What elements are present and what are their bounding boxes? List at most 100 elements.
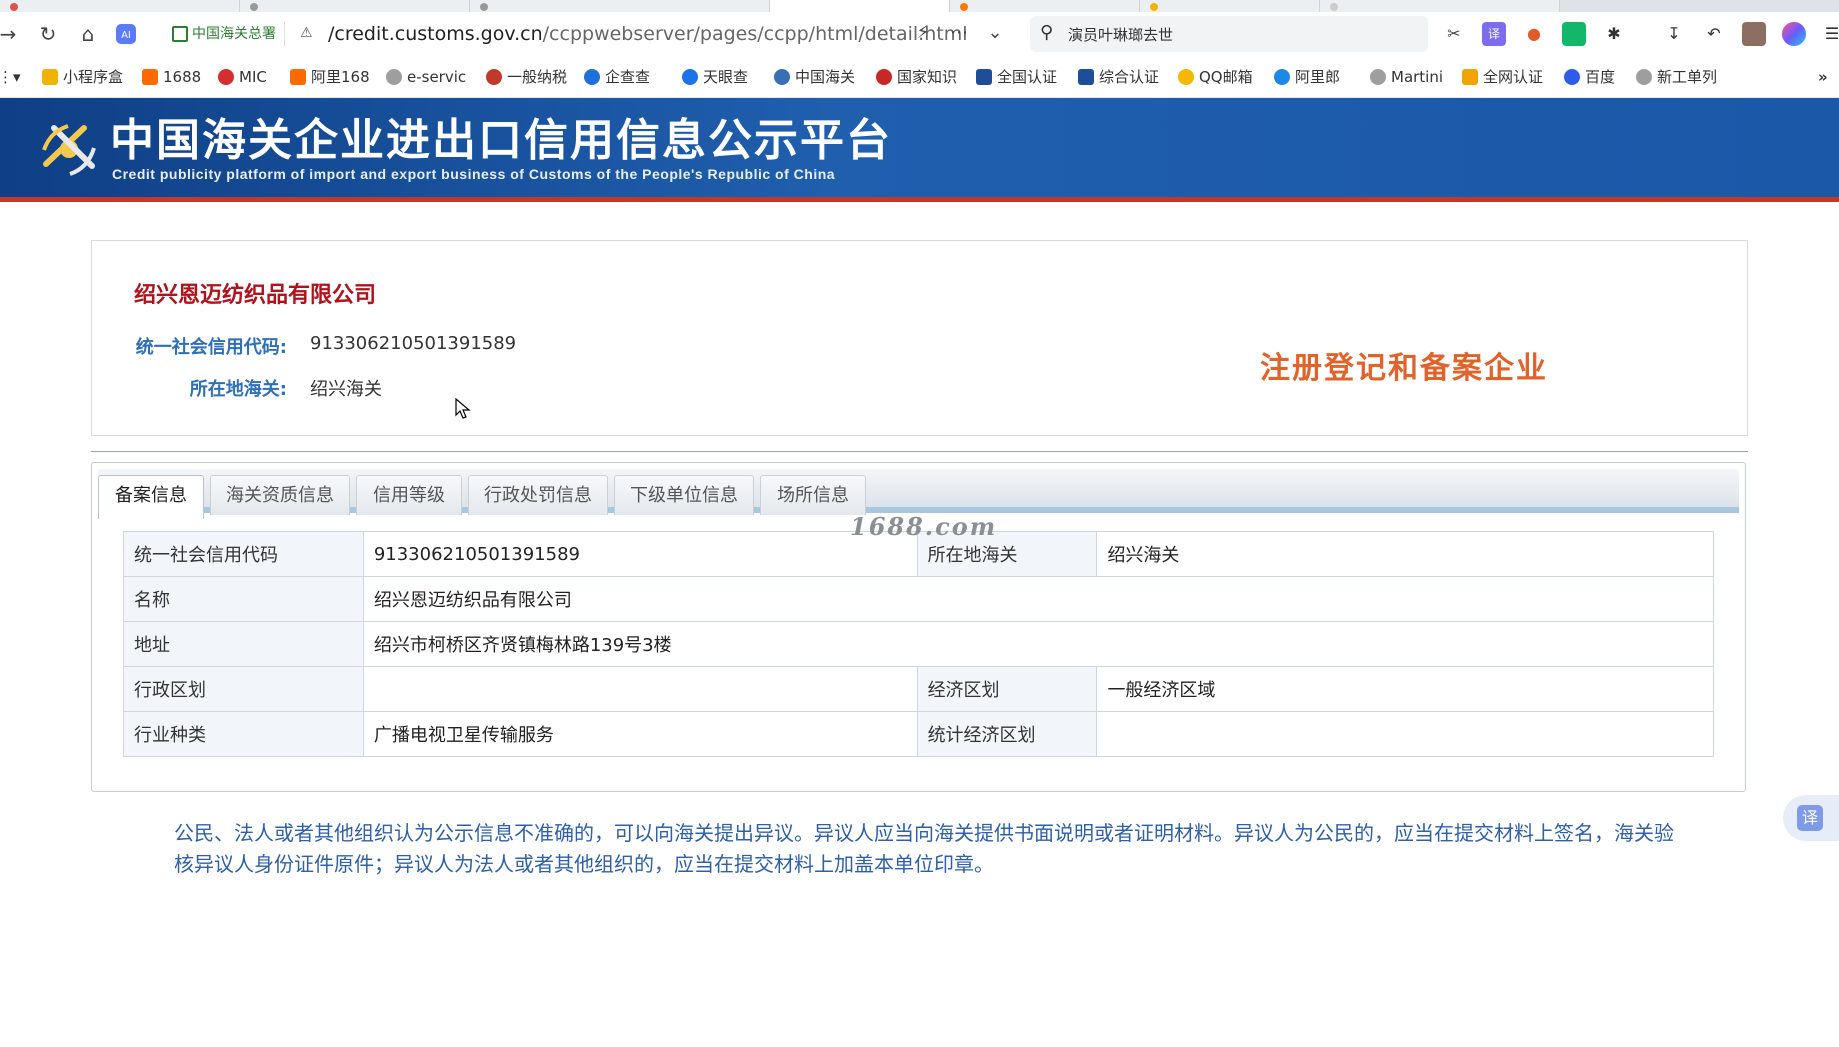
gamepad-icon[interactable]: ●: [1522, 22, 1546, 46]
browser-tab[interactable]: [0, 0, 240, 12]
table-row: 行业种类 广播电视卫星传输服务 统计经济区划: [123, 711, 1714, 757]
customs-value: 绍兴海关: [310, 379, 382, 400]
wallet-icon[interactable]: [1742, 22, 1766, 46]
site-header: 中国海关企业进出口信用信息公示平台 Credit publicity platf…: [0, 98, 1839, 202]
lightning-icon[interactable]: ⚡: [905, 22, 941, 43]
bookmark-favicon: [1636, 69, 1652, 85]
bookmark-item[interactable]: MIC: [218, 66, 267, 88]
reload-icon[interactable]: ↻: [34, 20, 62, 48]
tab-premises-info[interactable]: 场所信息: [760, 475, 866, 515]
scissors-icon[interactable]: ✂: [1442, 22, 1466, 46]
tab-credit-rating[interactable]: 信用等级: [356, 475, 462, 515]
bookmark-item[interactable]: 阿里郎: [1274, 66, 1340, 88]
bookmark-favicon: [290, 69, 306, 85]
security-icon[interactable]: ⚠: [300, 25, 318, 43]
bookmark-label: 1688: [163, 68, 202, 86]
bookmark-label: 全国认证: [997, 68, 1058, 86]
bookmark-label: MIC: [239, 68, 267, 86]
bookmark-item[interactable]: 百度: [1564, 66, 1615, 88]
site-title: 中国海关企业进出口信用信息公示平台: [110, 115, 892, 166]
more-dots-icon[interactable]: ⋯: [941, 22, 977, 43]
extensions-icon[interactable]: ✱: [1602, 22, 1626, 46]
section-divider: [91, 451, 1748, 452]
cell-value: [362, 666, 918, 712]
bookmark-label: 天眼查: [703, 68, 749, 86]
browser-tab[interactable]: [1140, 0, 1320, 12]
browser-tab[interactable]: [950, 0, 1140, 12]
bookmark-ext-icon[interactable]: [1562, 22, 1586, 46]
browser-tab-active[interactable]: [770, 0, 950, 12]
bookmark-label: 新工单列: [1657, 68, 1718, 86]
bookmarks-more-icon[interactable]: »: [1818, 66, 1828, 88]
bookmark-item[interactable]: e-servic: [386, 66, 466, 88]
bookmark-favicon: [1178, 69, 1194, 85]
cell-label: 地址: [123, 621, 364, 667]
bookmark-item[interactable]: 企查查: [584, 66, 650, 88]
customs-label: 所在地海关:: [189, 379, 287, 400]
bookmark-item[interactable]: 综合认证: [1078, 66, 1159, 88]
ai-assistant-icon[interactable]: AI: [112, 20, 140, 48]
bookmark-favicon: [142, 69, 158, 85]
bookmark-label: 百度: [1585, 68, 1616, 86]
bookmark-label: 阿里郎: [1295, 68, 1341, 86]
bookmark-item[interactable]: 新工单列: [1636, 66, 1717, 88]
bookmark-favicon: [1274, 69, 1290, 85]
bookmark-label: 企查查: [605, 68, 651, 86]
bookmark-item[interactable]: 全网认证: [1462, 66, 1543, 88]
bookmark-item[interactable]: 国家知识: [876, 66, 957, 88]
bookmark-item[interactable]: QQ邮箱: [1178, 66, 1253, 88]
undo-icon[interactable]: ↶: [1702, 22, 1726, 46]
bookmark-favicon: [1370, 69, 1386, 85]
site-badge-icon: [172, 26, 188, 42]
bookmark-favicon: [42, 69, 58, 85]
browser-tab[interactable]: [240, 0, 470, 12]
bookmark-item[interactable]: 全国认证: [976, 66, 1057, 88]
bookmark-item[interactable]: 小程序盒: [42, 66, 123, 88]
menu-icon[interactable]: ☰: [1820, 22, 1839, 46]
cell-value: 广播电视卫星传输服务: [362, 711, 918, 757]
browser-tab[interactable]: [1320, 0, 1560, 12]
tab-filing-info[interactable]: 备案信息: [98, 475, 204, 519]
cell-label: 经济区划: [916, 666, 1098, 712]
back-icon[interactable]: →: [0, 20, 22, 48]
search-query[interactable]: 演员叶琳瑯去世: [1068, 24, 1173, 45]
tab-administrative-penalty[interactable]: 行政处罚信息: [468, 475, 608, 515]
svg-text:AI: AI: [121, 30, 131, 41]
bookmark-item[interactable]: 阿里168: [290, 66, 370, 88]
cell-value: 绍兴恩迈纺织品有限公司: [362, 576, 1715, 622]
home-icon[interactable]: ⌂: [74, 20, 102, 48]
url-path: /ccppwebserver/pages/ccpp/html/detail.ht…: [542, 23, 968, 45]
bookmarks-bar: ⋮▾ 小程序盒 1688 MIC 阿里168 e-servic 一般纳税 企查查…: [0, 56, 1839, 98]
tab-subordinate-units[interactable]: 下级单位信息: [614, 475, 754, 515]
bookmark-item[interactable]: 天眼查: [682, 66, 748, 88]
search-box[interactable]: ⚲ 演员叶琳瑯去世: [1030, 16, 1428, 52]
bookmark-overflow[interactable]: ⋮▾: [0, 66, 21, 88]
company-name: 绍兴恩迈纺织品有限公司: [134, 283, 377, 308]
objection-notice: 公民、法人或者其他组织认为公示信息不准确的，可以向海关提出异议。异议人应当向海关…: [174, 821, 1674, 876]
cell-value: 一般经济区域: [1096, 666, 1714, 712]
bookmark-label: 综合认证: [1099, 68, 1160, 86]
translate-ext-icon[interactable]: 译: [1482, 22, 1506, 46]
download-icon[interactable]: ↧: [1662, 22, 1686, 46]
company-summary-card: 绍兴恩迈纺织品有限公司 统一社会信用代码: 913306210501391589…: [91, 240, 1748, 436]
bookmark-item[interactable]: 中国海关: [774, 66, 855, 88]
bookmark-item[interactable]: 1688: [142, 66, 201, 88]
bookmark-item[interactable]: Martini: [1370, 66, 1443, 88]
tab-customs-qualification[interactable]: 海关资质信息: [210, 475, 350, 515]
bookmark-favicon: [976, 69, 992, 85]
address-bar[interactable]: 中国海关总署 ⚠ /credit.customs.gov.cn/ccppwebs…: [160, 16, 1020, 52]
bookmark-favicon: [1564, 69, 1580, 85]
bookmark-favicon: [1462, 69, 1478, 85]
cell-value: 绍兴海关: [1096, 531, 1714, 577]
url-text[interactable]: /credit.customs.gov.cn/ccppwebserver/pag…: [328, 22, 967, 46]
site-identity-chip[interactable]: 中国海关总署: [168, 22, 285, 46]
profile-icon[interactable]: [1782, 22, 1806, 46]
chevron-down-icon[interactable]: ⌄: [977, 22, 1013, 43]
browser-tab[interactable]: [470, 0, 770, 12]
tab-bar: 备案信息 海关资质信息 信用等级 行政处罚信息 下级单位信息 场所信息: [98, 469, 1739, 519]
cell-value: 绍兴市柯桥区齐贤镇梅林路139号3楼: [362, 621, 1715, 667]
translate-float-button[interactable]: 译: [1783, 795, 1839, 841]
cell-value: 913306210501391589: [362, 531, 918, 577]
bookmark-label: 国家知识: [897, 68, 958, 86]
bookmark-item[interactable]: 一般纳税: [486, 66, 567, 88]
